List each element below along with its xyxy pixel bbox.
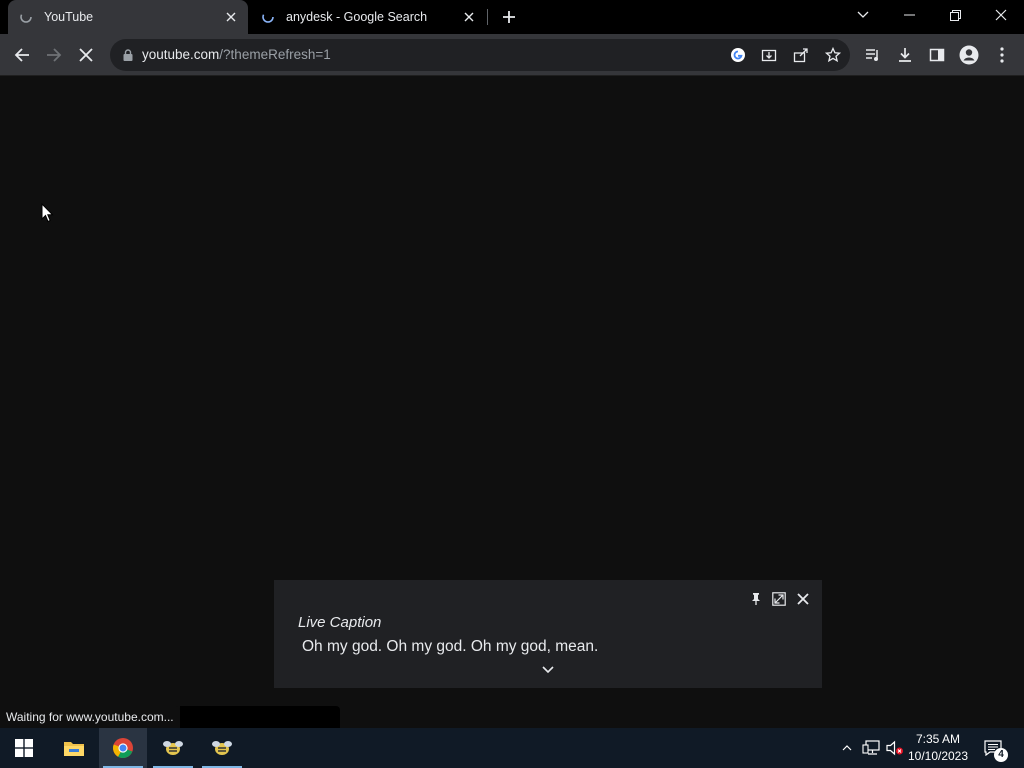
status-bubble-extension xyxy=(180,706,340,728)
clock-time: 7:35 AM xyxy=(915,732,961,746)
download-icon xyxy=(899,48,911,62)
close-icon xyxy=(995,9,1007,21)
live-caption-title: Live Caption xyxy=(298,614,382,631)
chrome-icon xyxy=(113,738,133,759)
share-icon[interactable] xyxy=(789,43,813,67)
restore-icon xyxy=(949,9,961,21)
app-taskbar-button[interactable] xyxy=(198,728,246,768)
install-app-icon[interactable] xyxy=(757,43,781,67)
profile-button[interactable] xyxy=(953,39,985,71)
tab-search-button[interactable] xyxy=(840,0,886,30)
new-tab-button[interactable] xyxy=(497,5,521,29)
minimize-button[interactable] xyxy=(886,0,932,30)
close-tab-icon[interactable] xyxy=(220,6,242,28)
folder-icon xyxy=(64,742,84,756)
network-icon[interactable] xyxy=(860,728,882,768)
lock-icon[interactable] xyxy=(120,47,136,63)
app-icon xyxy=(212,741,232,755)
close-tab-icon[interactable] xyxy=(458,6,480,28)
chrome-taskbar-button[interactable] xyxy=(99,728,147,768)
tab-youtube[interactable]: YouTube xyxy=(8,0,248,34)
clock-date: 10/10/2023 xyxy=(907,749,969,763)
browser-menu-button[interactable] xyxy=(986,39,1018,71)
app-icon xyxy=(163,741,183,755)
tab-title: anydesk - Google Search xyxy=(286,10,428,24)
start-button[interactable] xyxy=(0,728,48,768)
address-bar[interactable]: youtube.com/?themeRefresh=1 xyxy=(110,39,850,71)
windows-logo-icon xyxy=(15,739,33,757)
screen: YouTube anydesk - Google Search youtube.… xyxy=(0,0,1024,768)
loading-icon xyxy=(260,9,276,25)
restore-button[interactable] xyxy=(932,0,978,30)
live-caption-panel: Live Caption Oh my god. Oh my god. Oh my… xyxy=(274,580,822,688)
downloads-button[interactable] xyxy=(889,39,921,71)
side-panel-icon xyxy=(929,48,945,62)
url-host: youtube.com xyxy=(142,47,220,62)
show-hidden-icons-button[interactable] xyxy=(838,728,856,768)
minimize-icon xyxy=(903,14,915,16)
close-window-button[interactable] xyxy=(978,0,1024,30)
tab-separator xyxy=(487,9,488,25)
url-text: youtube.com/?themeRefresh=1 xyxy=(142,47,331,62)
google-lens-icon[interactable] xyxy=(726,43,750,67)
tab-anydesk-search[interactable]: anydesk - Google Search xyxy=(250,0,486,34)
side-panel-button[interactable] xyxy=(921,39,953,71)
file-explorer-taskbar-button[interactable] xyxy=(50,728,98,768)
media-queue-icon xyxy=(866,49,878,61)
forward-button[interactable] xyxy=(38,39,70,71)
kebab-menu-icon xyxy=(1000,47,1004,63)
tab-strip: YouTube anydesk - Google Search xyxy=(0,0,1024,34)
loading-icon xyxy=(18,9,34,25)
arrow-right-icon xyxy=(47,48,62,62)
taskbar-clock[interactable]: 7:35 AM 10/10/2023 xyxy=(902,731,974,765)
browser-toolbar: youtube.com/?themeRefresh=1 xyxy=(0,34,1024,76)
status-bubble: Waiting for www.youtube.com... xyxy=(0,706,180,728)
taskbar: 7:35 AM 10/10/2023 4 xyxy=(0,728,1024,768)
chevron-down-icon[interactable] xyxy=(538,662,558,678)
expand-icon[interactable] xyxy=(770,590,788,608)
pin-icon[interactable] xyxy=(747,590,765,608)
app-taskbar-button[interactable] xyxy=(149,728,197,768)
url-path: /?themeRefresh=1 xyxy=(219,47,331,62)
chevron-down-icon xyxy=(857,11,869,18)
stop-loading-button[interactable] xyxy=(70,39,102,71)
live-caption-text: Oh my god. Oh my god. Oh my god, mean. xyxy=(302,638,599,655)
plus-icon xyxy=(503,11,515,23)
close-caption-icon[interactable] xyxy=(794,590,812,608)
tab-title: YouTube xyxy=(44,10,94,24)
arrow-left-icon xyxy=(14,48,29,62)
chevron-up-icon xyxy=(842,745,852,751)
media-control-button[interactable] xyxy=(857,39,889,71)
back-button[interactable] xyxy=(6,39,38,71)
avatar-icon xyxy=(959,45,979,65)
close-icon xyxy=(79,48,93,62)
notification-count-badge: 4 xyxy=(994,748,1008,762)
bookmark-star-icon[interactable] xyxy=(821,43,845,67)
mouse-cursor-icon xyxy=(41,202,54,228)
